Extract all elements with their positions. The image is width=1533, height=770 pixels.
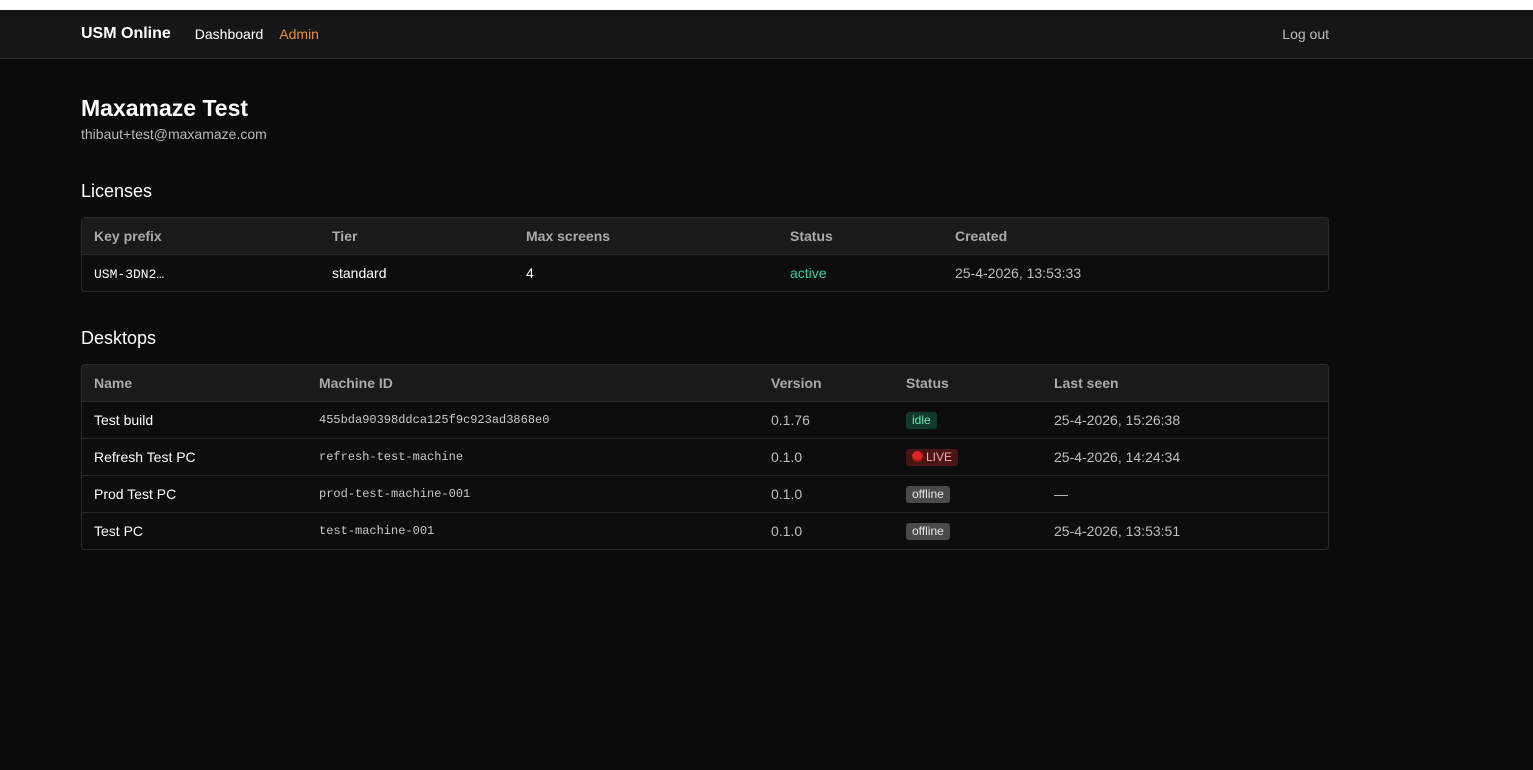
status-badge: offline [906,486,950,503]
table-row: Refresh Test PC refresh-test-machine 0.1… [82,438,1328,476]
machine-id: refresh-test-machine [307,438,759,476]
table-row: Prod Test PC prod-test-machine-001 0.1.0… [82,475,1328,513]
status-badge: idle [906,412,937,429]
customer-email: thibaut+test@maxamaze.com [81,126,267,142]
license-max-screens: 4 [514,254,778,291]
column-header: Tier [320,218,514,255]
column-header: Status [778,218,943,255]
desktops-table: Name Machine ID Version Status Last seen… [81,364,1329,550]
machine-id: test-machine-001 [307,512,759,549]
column-header: Machine ID [307,365,759,402]
column-header: Name [82,365,307,402]
desktop-version: 0.1.0 [759,475,894,513]
main-content: Maxamaze Test thibaut+test@maxamaze.com … [81,59,1329,550]
licenses-table: Key prefix Tier Max screens Status Creat… [81,217,1329,292]
page-title: Maxamaze Test [81,95,249,121]
column-header: Status [894,365,1042,402]
browser-top-strip [0,0,1533,10]
desktop-name: Prod Test PC [82,475,307,513]
desktop-version: 0.1.0 [759,512,894,549]
status-badge: offline [906,523,950,540]
desktop-name: Test build [82,401,307,439]
licenses-heading: Licenses [81,181,153,201]
navbar-inner: USM Online Dashboard Admin Log out [81,10,1329,58]
license-key-prefix: USM-3DN2… [82,254,320,291]
key-prefix-text: USM-3DN2… [94,266,165,282]
logout-link[interactable]: Log out [1282,26,1329,42]
column-header: Version [759,365,894,402]
desktop-status: offline [894,475,1042,513]
nav-link-dashboard[interactable]: Dashboard [195,26,264,42]
machine-id: prod-test-machine-001 [307,475,759,513]
desktop-version: 0.1.76 [759,401,894,439]
desktop-version: 0.1.0 [759,438,894,476]
desktop-status: idle [894,401,1042,439]
table-row: Test build 455bda90398ddca125f9c923ad386… [82,401,1328,439]
status-badge-live: LIVE [906,449,959,466]
column-header: Key prefix [82,218,320,255]
desktops-heading: Desktops [81,328,157,348]
desktop-status: offline [894,512,1042,549]
desktop-name: Refresh Test PC [82,438,307,476]
machine-id: 455bda90398ddca125f9c923ad3868e0 [307,401,759,439]
license-created: 25-4-2026, 13:53:33 [943,254,1328,291]
desktop-status: LIVE [894,438,1042,476]
red-circle-icon [912,451,923,462]
desktop-name: Test PC [82,512,307,549]
last-seen: 25-4-2026, 15:26:38 [1042,401,1328,439]
brand-link[interactable]: USM Online [81,25,171,43]
status-badge-text: LIVE [926,450,953,464]
last-seen: 25-4-2026, 14:24:34 [1042,438,1328,476]
last-seen: — [1042,475,1328,513]
license-tier: standard [320,254,514,291]
desktops-header-row: Name Machine ID Version Status Last seen [82,365,1328,402]
table-row: USM-3DN2… standard 4 active 25-4-2026, 1… [82,254,1328,291]
licenses-header-row: Key prefix Tier Max screens Status Creat… [82,218,1328,255]
license-status: active [778,254,943,291]
column-header: Created [943,218,1328,255]
last-seen: 25-4-2026, 13:53:51 [1042,512,1328,549]
table-row: Test PC test-machine-001 0.1.0 offline 2… [82,512,1328,549]
navbar: USM Online Dashboard Admin Log out [0,10,1533,59]
nav-link-admin[interactable]: Admin [279,26,319,42]
column-header: Last seen [1042,365,1328,402]
column-header: Max screens [514,218,778,255]
